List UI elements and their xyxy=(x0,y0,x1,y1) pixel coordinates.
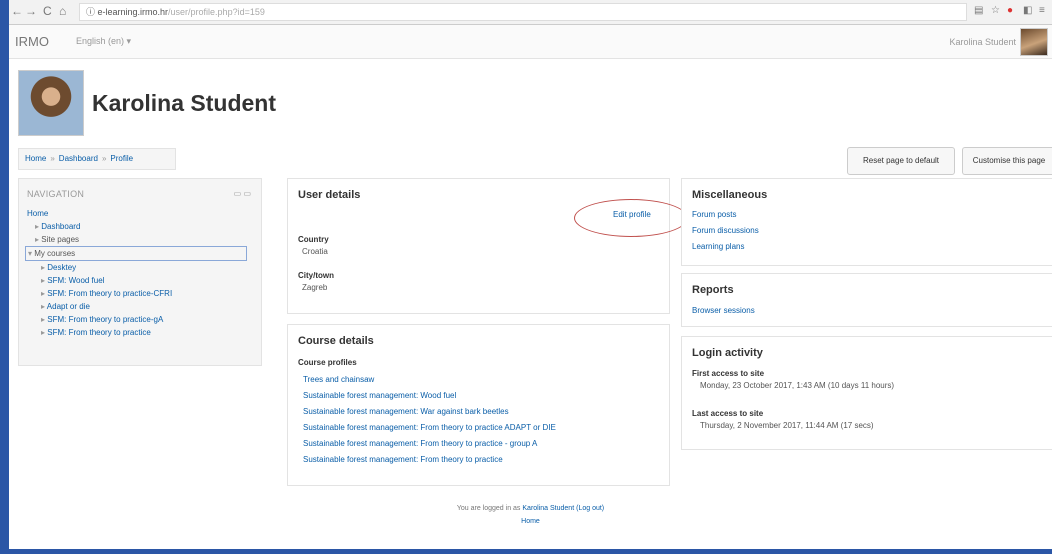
reset-page-button[interactable]: Reset page to default xyxy=(847,147,955,175)
browser-sessions-link[interactable]: Browser sessions xyxy=(692,306,755,315)
user-menu-name[interactable]: Karolina Student xyxy=(949,37,1016,47)
nav-course-item[interactable]: ▸ SFM: From theory to practice xyxy=(27,326,247,339)
page-title: Karolina Student xyxy=(92,90,277,116)
miscellaneous-title: Miscellaneous xyxy=(692,189,768,201)
block-actions-icon[interactable]: ▭ ▭ xyxy=(234,189,251,198)
nav-item-dashboard[interactable]: ▸ Dashboard xyxy=(27,220,247,233)
reports-card: Reports Browser sessions xyxy=(681,273,1052,327)
login-activity-card: Login activity First access to site Mond… xyxy=(681,336,1052,450)
course-profile-link[interactable]: Sustainable forest management: War again… xyxy=(303,407,509,416)
menu-icon[interactable]: ≡ xyxy=(1039,5,1045,16)
back-icon[interactable]: ← xyxy=(11,4,23,18)
course-details-card: Course details Course profiles Trees and… xyxy=(287,324,670,486)
forward-icon[interactable]: → xyxy=(25,4,37,18)
nav-course-item[interactable]: ▸ SFM: From theory to practice-CFRI xyxy=(27,287,247,300)
window-frame-bottom xyxy=(0,549,1052,554)
nav-item-site-pages[interactable]: ▸ Site pages xyxy=(27,233,247,246)
first-access-label: First access to site xyxy=(692,369,765,378)
country-label: Country xyxy=(298,235,329,244)
nav-item-my-courses[interactable]: ▾ My courses xyxy=(25,246,247,261)
course-profile-link[interactable]: Sustainable forest management: From theo… xyxy=(303,423,556,432)
nav-course-item[interactable]: ▸ SFM: From theory to practice-gA xyxy=(27,313,247,326)
forum-discussions-link[interactable]: Forum discussions xyxy=(692,226,759,235)
course-profile-link[interactable]: Sustainable forest management: Wood fuel xyxy=(303,391,456,400)
user-details-title: User details xyxy=(298,189,361,201)
learning-plans-link[interactable]: Learning plans xyxy=(692,242,744,251)
home-icon[interactable]: ⌂ xyxy=(59,4,66,18)
window-frame-left xyxy=(0,0,9,554)
breadcrumb-home[interactable]: Home xyxy=(25,154,46,163)
navigation-title: NAVIGATION xyxy=(27,189,85,199)
nav-item-home[interactable]: Home xyxy=(27,207,247,220)
site-navbar: IRMO English (en) ▾ Karolina Student xyxy=(9,25,1052,59)
nav-course-item[interactable]: ▸ Desktey xyxy=(27,261,247,274)
extension-icon[interactable]: ● xyxy=(1007,5,1013,16)
course-profile-link[interactable]: Trees and chainsaw xyxy=(303,375,374,384)
course-details-title: Course details xyxy=(298,335,374,347)
user-details-card: User details Edit profile Country Croati… xyxy=(287,178,670,314)
translate-icon[interactable]: ▤ xyxy=(974,5,983,16)
miscellaneous-card: Miscellaneous Forum posts Forum discussi… xyxy=(681,178,1052,266)
breadcrumb-dashboard[interactable]: Dashboard xyxy=(59,154,98,163)
course-profiles-label: Course profiles xyxy=(298,358,357,367)
language-menu[interactable]: English (en) ▾ xyxy=(76,36,131,47)
login-info: You are logged in as Karolina Student (L… xyxy=(9,505,1052,512)
browser-toolbar: ← → C ⌂ ⓘ e-learning.irmo.hr/user/profil… xyxy=(9,0,1052,25)
reports-title: Reports xyxy=(692,284,734,296)
url-path: /user/profile.php?id=159 xyxy=(168,7,265,17)
footer-home-link[interactable]: Home xyxy=(521,518,540,525)
breadcrumb-profile[interactable]: Profile xyxy=(110,154,133,163)
first-access-value: Monday, 23 October 2017, 1:43 AM (10 day… xyxy=(700,381,895,390)
breadcrumb: Home» Dashboard» Profile xyxy=(18,148,176,170)
profile-picture xyxy=(18,70,84,136)
login-info-text: You are logged in as xyxy=(456,505,521,512)
user-avatar[interactable] xyxy=(1020,28,1048,56)
address-bar[interactable]: ⓘ e-learning.irmo.hr/user/profile.php?id… xyxy=(79,3,967,21)
navigation-block: NAVIGATION ▭ ▭ Home ▸ Dashboard ▸ Site p… xyxy=(18,178,262,366)
logout-link[interactable]: (Log out) xyxy=(576,505,604,512)
course-profile-link[interactable]: Sustainable forest management: From theo… xyxy=(303,455,503,464)
reload-icon[interactable]: C xyxy=(43,4,52,18)
site-brand[interactable]: IRMO xyxy=(15,34,49,49)
country-value: Croatia xyxy=(302,247,328,256)
forum-posts-link[interactable]: Forum posts xyxy=(692,210,736,219)
extension-icon[interactable]: ◧ xyxy=(1023,5,1032,16)
login-activity-title: Login activity xyxy=(692,347,763,359)
nav-course-item[interactable]: ▸ Adapt or die xyxy=(27,300,247,313)
last-access-label: Last access to site xyxy=(692,409,764,418)
star-icon[interactable]: ☆ xyxy=(991,5,1000,16)
customise-page-button[interactable]: Customise this page xyxy=(962,147,1052,175)
page-footer: You are logged in as Karolina Student (L… xyxy=(9,505,1052,525)
annotation-oval xyxy=(574,199,688,237)
city-label: City/town xyxy=(298,271,334,280)
city-value: Zagreb xyxy=(302,283,328,292)
logged-user-link[interactable]: Karolina Student xyxy=(522,505,574,512)
nav-course-item[interactable]: ▸ SFM: Wood fuel xyxy=(27,274,247,287)
last-access-value: Thursday, 2 November 2017, 11:44 AM (17 … xyxy=(700,421,874,430)
course-profile-link[interactable]: Sustainable forest management: From theo… xyxy=(303,439,537,448)
url-host: ⓘ e-learning.irmo.hr xyxy=(86,7,169,17)
